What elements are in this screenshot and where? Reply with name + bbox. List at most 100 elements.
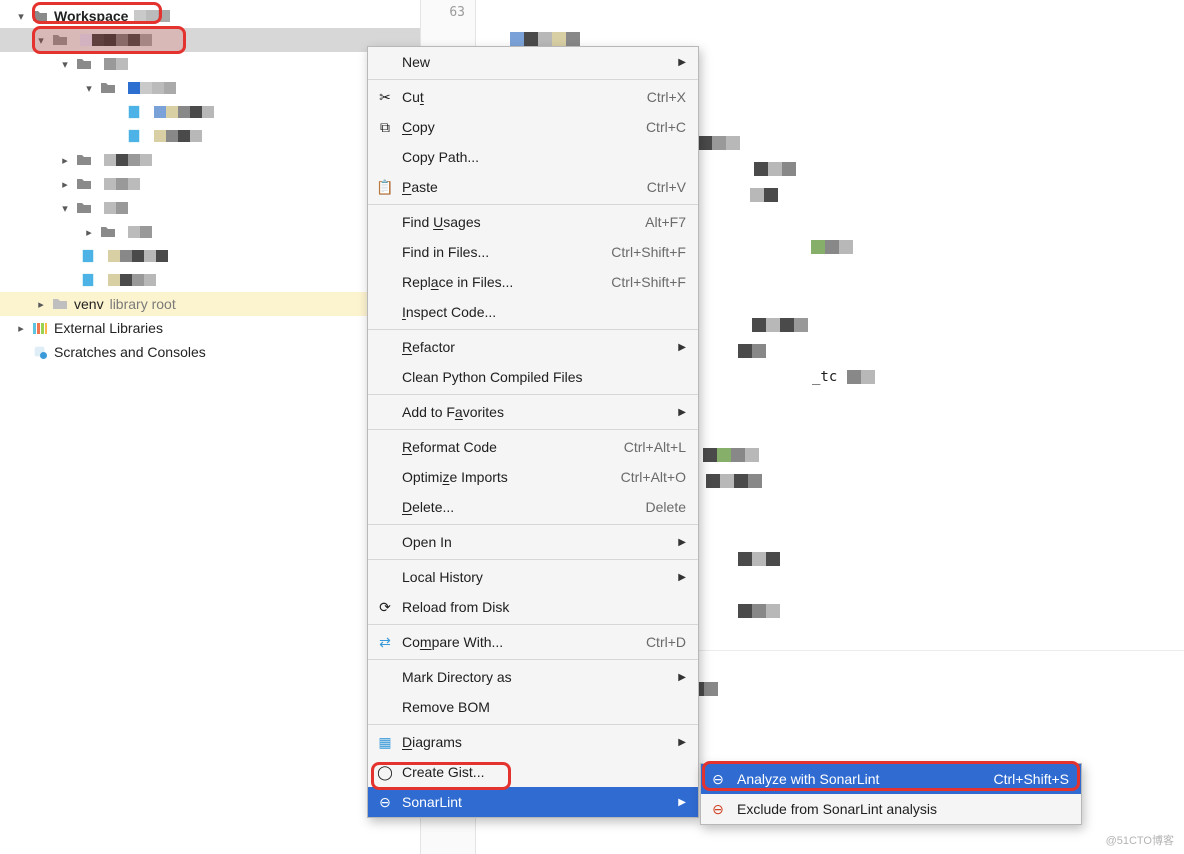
folder-icon (52, 33, 68, 47)
menuitem-label: Find in Files... (402, 244, 489, 260)
menuitem-delete[interactable]: Delete...Delete (368, 492, 698, 522)
github-icon: ◯ (376, 764, 394, 781)
menu-separator (368, 724, 698, 725)
chevron-down-icon: ▾ (34, 34, 48, 47)
shortcut: Ctrl+V (647, 179, 686, 195)
menuitem-optimize-imports[interactable]: Optimize ImportsCtrl+Alt+O (368, 462, 698, 492)
menuitem-exclude-sonarlint[interactable]: ⊖Exclude from SonarLint analysis (701, 794, 1081, 824)
tree-row[interactable] (0, 100, 420, 124)
menuitem-copy-path[interactable]: Copy Path... (368, 142, 698, 172)
context-menu[interactable]: New▶ ✂CutCtrl+X ⧉CopyCtrl+C Copy Path...… (367, 46, 699, 818)
sonarlint-icon: ⊖ (709, 771, 727, 788)
chevron-right-icon: ▸ (14, 322, 28, 335)
menuitem-label: Clean Python Compiled Files (402, 369, 583, 385)
menuitem-label: Copy (402, 119, 435, 135)
folder-icon (76, 57, 92, 71)
menuitem-reload-disk[interactable]: ⟳Reload from Disk (368, 592, 698, 622)
menu-separator (368, 204, 698, 205)
menuitem-label: New (402, 54, 430, 70)
menu-separator (368, 394, 698, 395)
menuitem-find-usages[interactable]: Find UsagesAlt+F7 (368, 207, 698, 237)
file-icon (80, 273, 96, 287)
shortcut: Ctrl+Shift+F (611, 274, 686, 290)
menuitem-new[interactable]: New▶ (368, 47, 698, 77)
scratches-icon (32, 345, 48, 359)
tree-row[interactable] (0, 244, 420, 268)
menuitem-sonarlint[interactable]: ⊖SonarLint▶ (368, 787, 698, 817)
menu-separator (368, 659, 698, 660)
blurred-content (154, 130, 202, 142)
menuitem-favorites[interactable]: Add to Favorites▶ (368, 397, 698, 427)
chevron-right-icon: ▸ (58, 154, 72, 167)
menuitem-label: Diagrams (402, 734, 462, 750)
menuitem-find-in-files[interactable]: Find in Files...Ctrl+Shift+F (368, 237, 698, 267)
menu-separator (368, 429, 698, 430)
submenu-arrow-icon: ▶ (678, 342, 686, 353)
menuitem-label: Copy Path... (402, 149, 479, 165)
menuitem-copy[interactable]: ⧉CopyCtrl+C (368, 112, 698, 142)
blurred-content (104, 202, 128, 214)
sonarlint-submenu[interactable]: ⊖Analyze with SonarLintCtrl+Shift+S ⊖Exc… (700, 763, 1082, 825)
diagram-icon: ▦ (376, 734, 394, 751)
tree-row[interactable]: ▾ (0, 196, 420, 220)
menuitem-label: Optimize Imports (402, 469, 508, 485)
blurred-content (108, 250, 168, 262)
menuitem-replace-in-files[interactable]: Replace in Files... Ctrl+Shift+F (368, 267, 698, 297)
tree-row[interactable] (0, 124, 420, 148)
tree-row[interactable]: ▸ (0, 172, 420, 196)
blurred-content (104, 178, 140, 190)
menuitem-open-in[interactable]: Open In▶ (368, 527, 698, 557)
menu-separator (368, 624, 698, 625)
menuitem-local-history[interactable]: Local History▶ (368, 562, 698, 592)
menuitem-remove-bom[interactable]: Remove BOM (368, 692, 698, 722)
menuitem-label: SonarLint (402, 794, 462, 810)
tree-row-external-libs[interactable]: ▸ External Libraries (0, 316, 420, 340)
paste-icon: 📋 (376, 179, 394, 196)
shortcut: Ctrl+X (647, 89, 686, 105)
tree-row[interactable]: ▾ (0, 52, 420, 76)
menuitem-create-gist[interactable]: ◯ Create Gist... (368, 757, 698, 787)
blurred-content (104, 58, 128, 70)
tree-row[interactable]: ▸ (0, 220, 420, 244)
menuitem-paste[interactable]: 📋 Paste Ctrl+V (368, 172, 698, 202)
shortcut: Alt+F7 (645, 214, 686, 230)
menuitem-label: Replace in Files... (402, 274, 513, 290)
menuitem-reformat[interactable]: Reformat CodeCtrl+Alt+L (368, 432, 698, 462)
menuitem-cut[interactable]: ✂CutCtrl+X (368, 82, 698, 112)
menuitem-label: Cut (402, 89, 424, 105)
menuitem-label: Inspect Code... (402, 304, 496, 320)
sonarlint-icon: ⊖ (709, 801, 727, 818)
chevron-down-icon: ▾ (58, 202, 72, 215)
menuitem-label: Create Gist... (402, 764, 484, 780)
menu-separator (368, 79, 698, 80)
tree-row-selected[interactable]: ▾ (0, 28, 420, 52)
copy-icon: ⧉ (376, 119, 394, 136)
menuitem-refactor[interactable]: Refactor▶ (368, 332, 698, 362)
folder-icon (32, 9, 48, 23)
menuitem-compare[interactable]: ⇄Compare With...Ctrl+D (368, 627, 698, 657)
line-number: 63 (421, 0, 465, 26)
submenu-arrow-icon: ▶ (678, 537, 686, 548)
menuitem-label: Remove BOM (402, 699, 490, 715)
tree-row[interactable]: ▸ (0, 148, 420, 172)
chevron-right-icon: ▸ (58, 178, 72, 191)
shortcut: Ctrl+D (646, 634, 686, 650)
tree-label-workspace: Workspace (54, 8, 128, 24)
tree-row[interactable] (0, 268, 420, 292)
tree-row[interactable]: ▾ (0, 76, 420, 100)
tree-row-scratches[interactable]: Scratches and Consoles (0, 340, 420, 364)
menuitem-label: Paste (402, 179, 438, 195)
submenu-arrow-icon: ▶ (678, 672, 686, 683)
tree-row-workspace[interactable]: ▾ Workspace (0, 4, 420, 28)
blurred-content (134, 10, 170, 22)
menuitem-clean-pyc[interactable]: Clean Python Compiled Files (368, 362, 698, 392)
menuitem-label: Reformat Code (402, 439, 497, 455)
project-tree[interactable]: ▾ Workspace ▾ ▾ ▾ ▸ ▸ ▾ (0, 0, 420, 854)
tree-row-venv[interactable]: ▸ venv library root (0, 292, 420, 316)
menuitem-inspect-code[interactable]: Inspect Code... (368, 297, 698, 327)
menuitem-mark-directory[interactable]: Mark Directory as▶ (368, 662, 698, 692)
submenu-arrow-icon: ▶ (678, 797, 686, 808)
menuitem-analyze-sonarlint[interactable]: ⊖Analyze with SonarLintCtrl+Shift+S (701, 764, 1081, 794)
menuitem-diagrams[interactable]: ▦Diagrams▶ (368, 727, 698, 757)
submenu-arrow-icon: ▶ (678, 572, 686, 583)
